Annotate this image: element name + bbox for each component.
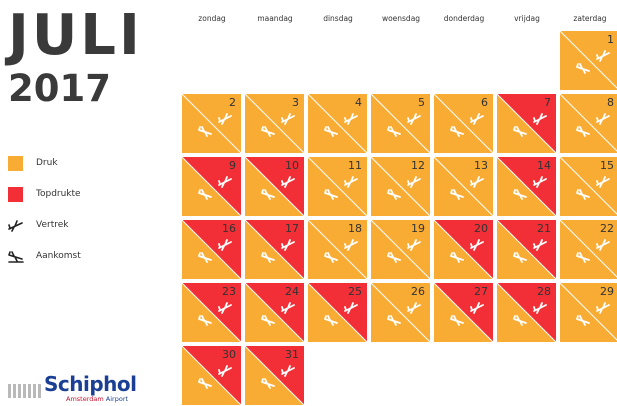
day-cell: 19	[371, 220, 430, 279]
weekday-sunday: zondag	[198, 14, 226, 23]
day-number: 18	[348, 222, 362, 235]
day-cell: 30	[182, 346, 241, 405]
weekday-tuesday: dinsdag	[323, 14, 353, 23]
day-cell: 1	[560, 31, 617, 90]
day-cell: 27	[434, 283, 493, 342]
day-number: 9	[229, 159, 236, 172]
day-cell: 2	[182, 94, 241, 153]
day-number: 16	[222, 222, 236, 235]
logo-subtitle-city: Amsterdam	[66, 395, 104, 403]
day-number: 31	[285, 348, 299, 361]
day-cell: 3	[245, 94, 304, 153]
day-number: 17	[285, 222, 299, 235]
day-cell: 24	[245, 283, 304, 342]
day-cell: 21	[497, 220, 556, 279]
weekday-friday: vrijdag	[514, 14, 540, 23]
legend-item-arrival: Aankomst	[8, 249, 128, 280]
day-number: 12	[411, 159, 425, 172]
day-number: 20	[474, 222, 488, 235]
day-number: 10	[285, 159, 299, 172]
arrival-plane-icon	[8, 251, 24, 263]
day-cell: 14	[497, 157, 556, 216]
day-cell: 10	[245, 157, 304, 216]
day-cell: 17	[245, 220, 304, 279]
month-title: JULI	[8, 3, 143, 68]
weekday-monday: maandag	[257, 14, 293, 23]
day-number: 5	[418, 96, 425, 109]
day-number: 21	[537, 222, 551, 235]
day-cell: 18	[308, 220, 367, 279]
day-cell: 29	[560, 283, 617, 342]
day-number: 11	[348, 159, 362, 172]
departure-plane-icon	[8, 220, 23, 232]
day-number: 3	[292, 96, 299, 109]
day-cell: 25	[308, 283, 367, 342]
day-cell: 6	[434, 94, 493, 153]
legend: Druk Topdrukte Vertrek Aankomst	[8, 156, 128, 280]
day-cell: 31	[245, 346, 304, 405]
day-cell: 15	[560, 157, 617, 216]
day-number: 7	[544, 96, 551, 109]
day-cell: 20	[434, 220, 493, 279]
day-cell: 11	[308, 157, 367, 216]
day-number: 25	[348, 285, 362, 298]
logo-subtitle-word: Airport	[105, 395, 129, 403]
day-number: 30	[222, 348, 236, 361]
logo-stripes-icon	[8, 384, 41, 398]
day-cell: 5	[371, 94, 430, 153]
day-cell: 16	[182, 220, 241, 279]
day-number: 8	[607, 96, 614, 109]
day-number: 26	[411, 285, 425, 298]
day-cell: 26	[371, 283, 430, 342]
day-cell: 9	[182, 157, 241, 216]
weekday-wednesday: woensdag	[381, 14, 421, 23]
day-cell: 4	[308, 94, 367, 153]
peak-swatch	[8, 187, 23, 202]
day-number: 1	[607, 33, 614, 46]
legend-label-peak: Topdrukte	[36, 189, 81, 199]
legend-label-departure: Vertrek	[36, 220, 69, 230]
day-cell: 23	[182, 283, 241, 342]
day-number: 15	[600, 159, 614, 172]
legend-item-busy: Druk	[8, 156, 128, 187]
logo-subtitle: Amsterdam Airport	[66, 395, 128, 403]
day-cell: 12	[371, 157, 430, 216]
day-number: 19	[411, 222, 425, 235]
legend-item-departure: Vertrek	[8, 218, 128, 249]
day-number: 13	[474, 159, 488, 172]
logo-wordmark: Schiphol	[44, 372, 137, 396]
day-cell: 13	[434, 157, 493, 216]
day-number: 28	[537, 285, 551, 298]
legend-label-busy: Druk	[36, 158, 58, 168]
legend-label-arrival: Aankomst	[36, 251, 81, 261]
day-cell: 22	[560, 220, 617, 279]
day-cell: 8	[560, 94, 617, 153]
day-number: 2	[229, 96, 236, 109]
weekday-thursday: donderdag	[443, 14, 485, 23]
day-number: 6	[481, 96, 488, 109]
day-cell: 28	[497, 283, 556, 342]
busy-swatch	[8, 156, 23, 171]
schiphol-logo: Schiphol Amsterdam Airport	[8, 362, 137, 406]
day-number: 29	[600, 285, 614, 298]
day-cell: 7	[497, 94, 556, 153]
day-number: 4	[355, 96, 362, 109]
day-number: 23	[222, 285, 236, 298]
day-number: 27	[474, 285, 488, 298]
day-number: 14	[537, 159, 551, 172]
day-number: 22	[600, 222, 614, 235]
weekday-saturday: zaterdag	[573, 14, 607, 23]
day-number: 24	[285, 285, 299, 298]
year-title: 2017	[8, 67, 111, 110]
legend-item-peak: Topdrukte	[8, 187, 128, 218]
